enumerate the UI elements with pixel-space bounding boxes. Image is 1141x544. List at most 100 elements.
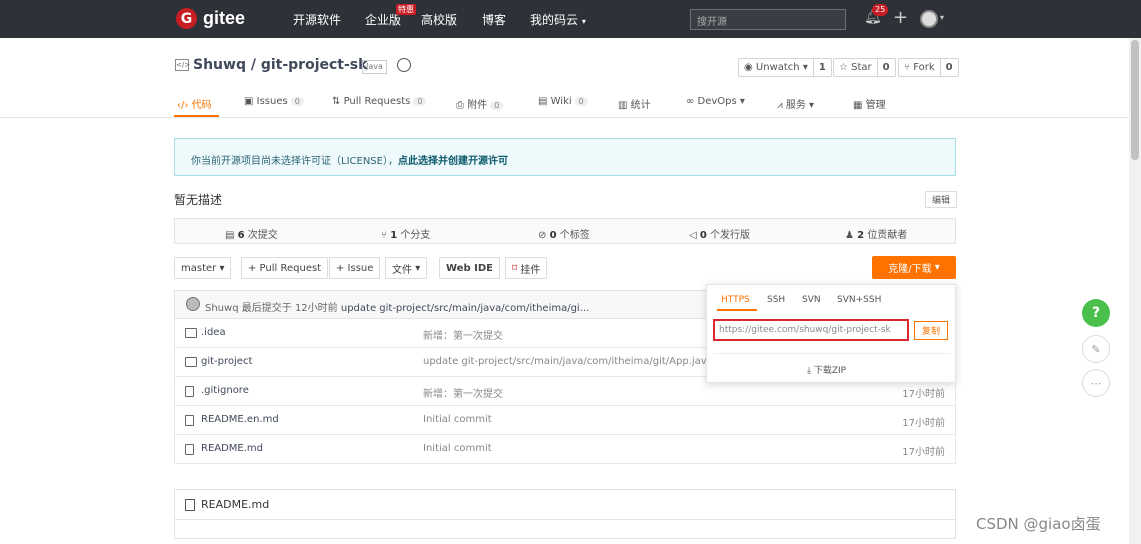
attachments-count-badge: 0 [490, 101, 504, 110]
license-notice: 你当前开源项目尚未选择许可证（LICENSE），点此选择并创建开源许可 [174, 138, 956, 176]
enterprise-promo-badge: 特惠 [396, 4, 416, 15]
help-button[interactable]: ? [1082, 299, 1110, 327]
bar-chart-icon: ▥ [618, 100, 628, 111]
clone-download-button[interactable]: 克隆/下载 ▾ [872, 256, 956, 279]
fork-button[interactable]: ⑂ Fork 0 [898, 58, 959, 77]
tab-devops-label: DevOps [697, 96, 737, 107]
commit-message-link[interactable]: update git-project/src/main/java/com/ith… [341, 303, 589, 314]
branches-stat[interactable]: ⑂ 1 个分支 [381, 226, 430, 241]
nav-education[interactable]: 高校版 [421, 11, 457, 28]
file-name[interactable]: .idea [201, 327, 226, 338]
clone-tab-https[interactable]: HTTPS [721, 295, 750, 305]
create-license-link[interactable]: 点此选择并创建开源许可 [398, 156, 508, 167]
file-row[interactable]: README.md Initial commit 17小时前 [174, 435, 956, 464]
global-search-input[interactable]: 搜开源 [690, 9, 846, 30]
tab-issues[interactable]: ▣ Issues 0 [244, 96, 304, 107]
chevron-down-icon[interactable]: ▾ [940, 13, 944, 22]
tab-services[interactable]: ⩘ 服务 ▾ [777, 96, 814, 111]
license-text: 你当前开源项目尚未选择许可证（LICENSE）， [191, 156, 398, 167]
download-icon: ⤓ [807, 366, 811, 376]
file-commit-message[interactable]: update git-project/src/main/java/com/ith… [423, 356, 713, 367]
watch-button[interactable]: ◉ Unwatch ▾ 1 [738, 58, 832, 77]
file-commit-message[interactable]: 新增：第一次提交 [423, 385, 503, 400]
commit-icon: ▤ [225, 230, 235, 241]
clone-url-input[interactable]: https://gitee.com/shuwq/git-project-sk [713, 319, 909, 341]
file-commit-message[interactable]: 新增：第一次提交 [423, 327, 503, 342]
tab-pull-requests[interactable]: ⇅ Pull Requests 0 [332, 96, 427, 107]
nav-open-source[interactable]: 开源软件 [293, 11, 341, 28]
file-row[interactable]: README.en.md Initial commit 17小时前 [174, 406, 956, 435]
star-icon: ☆ [839, 62, 848, 73]
tab-code[interactable]: ‹/› 代码 [177, 96, 212, 111]
star-label: Star [851, 62, 872, 73]
eye-icon: ◉ [744, 62, 753, 73]
clone-tab-ssh[interactable]: SSH [767, 295, 785, 305]
copy-url-button[interactable]: 复制 [914, 321, 948, 340]
file-name[interactable]: .gitignore [201, 385, 249, 396]
document-icon [185, 498, 195, 511]
releases-count: 0 [699, 230, 707, 241]
branches-label: 个分支 [400, 230, 431, 241]
tab-manage[interactable]: ▦ 管理 [853, 96, 886, 111]
tab-services-label: 服务 [785, 100, 806, 111]
clone-tab-svn-ssh[interactable]: SVN+SSH [837, 295, 881, 305]
tab-wiki[interactable]: ▤ Wiki 0 [538, 96, 588, 107]
issues-count-badge: 0 [290, 97, 304, 106]
repo-stats-bar: ▤ 6 次提交 ⑂ 1 个分支 ⊘ 0 个标签 ◁ 0 个发行版 ♟ 2 位贡献… [174, 218, 956, 244]
tab-wiki-label: Wiki [550, 96, 572, 107]
file-name[interactable]: git-project [201, 356, 252, 367]
user-avatar[interactable] [920, 10, 938, 28]
branch-select[interactable]: master ▾ [174, 257, 232, 279]
file-time: 17小时前 [902, 389, 945, 400]
wiki-icon: ▤ [538, 96, 548, 107]
logo-text: gitee [203, 8, 246, 28]
download-zip-button[interactable]: ⤓ 下载ZIP [807, 363, 846, 376]
code-icon: ‹/› [177, 100, 189, 111]
web-ide-button[interactable]: Web IDE [439, 257, 500, 279]
contributors-icon: ♟ [845, 230, 854, 241]
tab-pull-requests-label: Pull Requests [343, 96, 411, 107]
commit-author[interactable]: Shuwq [205, 303, 239, 314]
commit-author-avatar[interactable] [186, 297, 200, 311]
new-pull-request-button[interactable]: + Pull Request [241, 257, 329, 279]
infinity-icon: ∞ [686, 96, 695, 107]
widget-label: 挂件 [520, 264, 541, 276]
plus-icon[interactable]: + [893, 7, 908, 28]
language-tag[interactable]: Java [362, 60, 387, 74]
scrollbar-thumb[interactable] [1131, 40, 1139, 160]
contributors-stat[interactable]: ♟ 2 位贡献者 [845, 226, 907, 241]
commits-stat[interactable]: ▤ 6 次提交 [225, 226, 278, 241]
tags-count: 0 [549, 230, 557, 241]
tags-stat[interactable]: ⊘ 0 个标签 [538, 226, 590, 241]
folder-icon [185, 328, 197, 338]
readme-header: README.md [175, 490, 955, 520]
star-button[interactable]: ☆ Star 0 [833, 58, 896, 77]
notification-count-badge: 25 [872, 4, 889, 16]
file-commit-message[interactable]: Initial commit [423, 443, 492, 454]
widget-button[interactable]: ⌑ 挂件 [505, 257, 548, 279]
gitee-logo[interactable]: G gitee [176, 8, 245, 29]
nav-blog[interactable]: 博客 [482, 11, 506, 28]
issues-icon: ▣ [244, 96, 254, 107]
repo-title[interactable]: Shuwq / git-project-sk [193, 57, 367, 73]
branch-name: master [181, 262, 217, 274]
file-name[interactable]: README.en.md [201, 414, 279, 425]
tab-attachments[interactable]: ⎙ 附件 0 [456, 96, 504, 111]
nav-my-gitee[interactable]: 我的码云 ▾ [530, 11, 586, 28]
edit-description-button[interactable]: 编辑 [925, 191, 958, 208]
tab-stats[interactable]: ▥ 统计 [618, 96, 651, 111]
popup-divider [713, 353, 951, 354]
file-name[interactable]: README.md [201, 443, 263, 454]
chat-icon[interactable]: ⋯ [1082, 369, 1110, 397]
releases-stat[interactable]: ◁ 0 个发行版 [689, 226, 750, 241]
tag-icon: ⊘ [538, 230, 547, 241]
edit-feedback-icon[interactable]: ✎ [1082, 335, 1110, 363]
releases-label: 个发行版 [710, 230, 751, 241]
new-issue-button[interactable]: + Issue [329, 257, 381, 279]
tab-manage-label: 管理 [865, 100, 886, 111]
clone-tab-svn[interactable]: SVN [802, 295, 821, 305]
tab-issues-label: Issues [256, 96, 288, 107]
file-commit-message[interactable]: Initial commit [423, 414, 492, 425]
file-menu-button[interactable]: 文件 ▾ [385, 257, 428, 279]
tab-devops[interactable]: ∞ DevOps ▾ [686, 96, 745, 107]
